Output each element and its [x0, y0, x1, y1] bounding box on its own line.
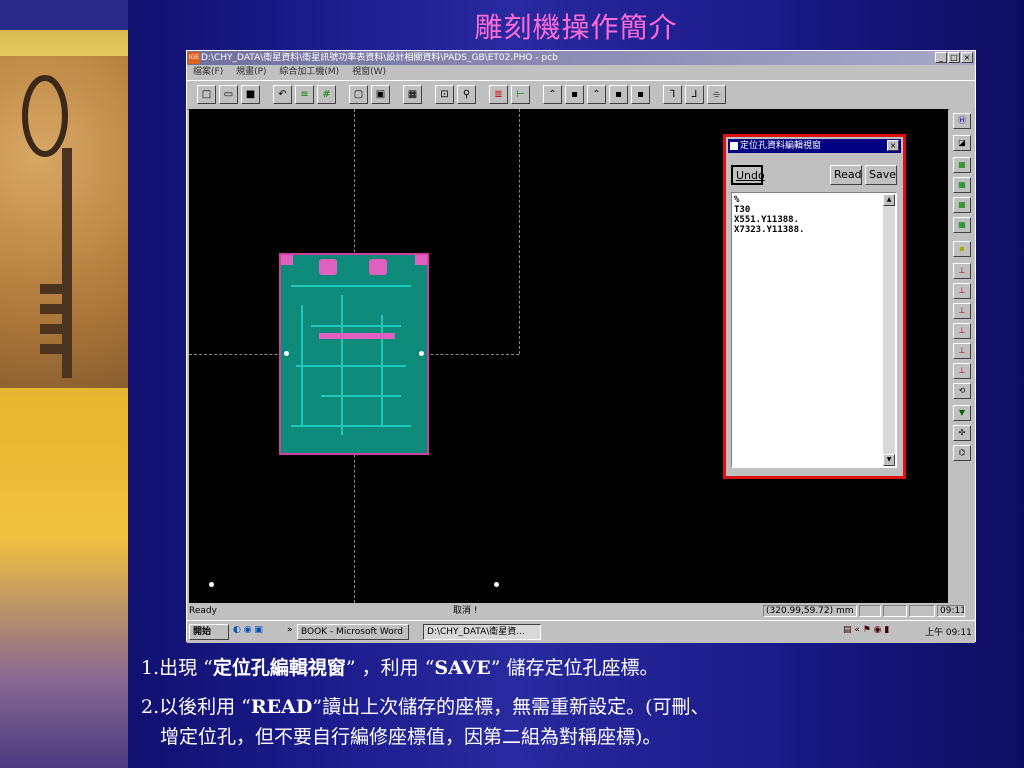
- right-toolbar: Ⓗ ◪ ▦ ▦ ▦ ▦ ▪ ⊥ ⊥ ⊥ ⊥ ⊥ ⊥ ⟲ ▼ ✣ ⌬: [950, 109, 974, 603]
- undo-button[interactable]: Undo: [731, 165, 765, 185]
- locating-hole-dot: [209, 582, 214, 587]
- textarea-scrollbar[interactable]: ▲ ▼: [883, 194, 895, 466]
- boundary-vertical: [519, 109, 520, 354]
- tray-icons[interactable]: ▤ « ⚑ ◉ ▮: [843, 625, 889, 635]
- task-word[interactable]: BOOK - Microsoft Word: [297, 624, 409, 640]
- maximize-button[interactable]: □: [948, 52, 960, 63]
- left-strip-top-band: [0, 0, 128, 30]
- window-title: D:\CHY_DATA\衛星資料\衛星訊號功率表資料\設計相關資料\PADS_G…: [201, 53, 558, 63]
- tool-icon-1[interactable]: ◪: [953, 135, 971, 151]
- close-button[interactable]: ×: [961, 52, 973, 63]
- left-decorative-strip: [0, 0, 128, 768]
- status-cell-blank: [883, 605, 907, 617]
- pcb-board: [279, 253, 429, 455]
- left-strip-yellow-band: [0, 30, 128, 56]
- task-pcb[interactable]: D:\CHY_DATA\衛星資...: [423, 624, 541, 640]
- tool-icon-5[interactable]: ⊥: [953, 323, 971, 339]
- scroll-up-icon[interactable]: ▲: [883, 194, 895, 206]
- caption-line-3: 增定位孔，但不要自行編修座標值，因第二組為對稱座標)。: [160, 726, 662, 748]
- board-icon[interactable]: ▣: [371, 85, 390, 104]
- tool-icon-7[interactable]: ⊥: [953, 363, 971, 379]
- layer-icon-2[interactable]: ▦: [953, 177, 971, 193]
- status-coordinates: (320.99,59.72) mm: [763, 605, 857, 617]
- tool-icon-2[interactable]: ⊥: [953, 263, 971, 279]
- taskbar: 開始 ◐ ◉ ▣ » BOOK - Microsoft Word D:\CHY_…: [187, 620, 975, 643]
- tool-icon-4[interactable]: ⊥: [953, 303, 971, 319]
- taskbar-more[interactable]: »: [287, 625, 293, 635]
- tool-icon-8[interactable]: ⟲: [953, 383, 971, 399]
- slide-title: 雕刻機操作簡介: [474, 11, 678, 44]
- zoom-icon[interactable]: ⚲: [457, 85, 476, 104]
- calculator-icon[interactable]: ▦: [403, 85, 422, 104]
- task-pcb-label: D:\CHY_DATA\衛星資...: [427, 627, 525, 637]
- tool-icon-3[interactable]: ⊥: [953, 283, 971, 299]
- dialog-close-button[interactable]: ×: [887, 140, 899, 151]
- statusbar: Ready 取消 ! (320.99,59.72) mm 09:11:: [187, 604, 975, 618]
- app-icon: IGE: [188, 52, 200, 64]
- menu-machine[interactable]: 綜合加工機(M): [279, 67, 339, 77]
- measure-icon[interactable]: ⊢: [511, 85, 530, 104]
- layer-color-icon[interactable]: ≣: [489, 85, 508, 104]
- key-image: [0, 56, 128, 388]
- frame-icon[interactable]: ▢: [349, 85, 368, 104]
- layers-icon[interactable]: ≡: [295, 85, 314, 104]
- scroll-down-icon[interactable]: ▼: [883, 454, 895, 466]
- fiducial-dot: [284, 351, 289, 356]
- start-button[interactable]: 開始: [189, 624, 229, 640]
- status-time: 09:11:: [937, 605, 965, 617]
- drill-icon-3[interactable]: ⌃: [587, 85, 606, 104]
- new-file-icon[interactable]: □: [197, 85, 216, 104]
- status-cell-blank: [859, 605, 881, 617]
- status-cell-blank: [909, 605, 935, 617]
- menu-file[interactable]: 檔案(F): [193, 67, 223, 77]
- task-word-label: BOOK - Microsoft Word: [301, 627, 404, 637]
- layer-icon-1[interactable]: ▦: [953, 157, 971, 173]
- caption-line-1: 1.出現 “定位孔編輯視窗” ，利用 “SAVE” 儲存定位孔座標。: [141, 657, 659, 679]
- tool-icon-9[interactable]: ▼: [953, 405, 971, 421]
- zoom-box-icon[interactable]: ⊡: [435, 85, 454, 104]
- chip-icon[interactable]: ▪: [953, 241, 971, 257]
- dialog-title: 定位孔資料編輯視窗: [740, 141, 822, 151]
- drill-icon-2[interactable]: ▪: [565, 85, 584, 104]
- grid-icon[interactable]: #: [317, 85, 336, 104]
- drill-icon-4[interactable]: ▪: [609, 85, 628, 104]
- save-button[interactable]: Save: [865, 165, 897, 185]
- layer-icon-3[interactable]: ▦: [953, 197, 971, 213]
- save-disk-icon[interactable]: ■: [241, 85, 260, 104]
- start-label: 開始: [193, 627, 212, 637]
- route-icon-3[interactable]: ⌯: [707, 85, 726, 104]
- locating-hole-editor-dialog: 定位孔資料編輯視窗 × Undo Read Save % T30 X551.Y1…: [723, 134, 906, 479]
- coordinate-text: % T30 X551.Y11388. X7323.Y11388.: [734, 195, 805, 235]
- coordinate-textarea[interactable]: % T30 X551.Y11388. X7323.Y11388. ▲ ▼: [731, 192, 897, 468]
- drill-icon-5[interactable]: ▪: [631, 85, 650, 104]
- route-icon-2[interactable]: ⅃: [685, 85, 704, 104]
- menubar: 檔案(F) 規畫(P) 綜合加工機(M) 視窗(W): [187, 65, 975, 79]
- fiducial-dot: [419, 351, 424, 356]
- menu-plan[interactable]: 規畫(P): [236, 67, 266, 77]
- layer-icon-4[interactable]: ▦: [953, 217, 971, 233]
- tool-icon-10[interactable]: ⌬: [953, 445, 971, 461]
- dialog-window-icon: [730, 142, 738, 150]
- status-ready: Ready: [189, 606, 217, 616]
- drill-icon-1[interactable]: ⌃: [543, 85, 562, 104]
- route-icon-1[interactable]: ⅂: [663, 85, 682, 104]
- quicklaunch-icons[interactable]: ◐ ◉ ▣: [233, 625, 263, 635]
- menu-window[interactable]: 視窗(W): [352, 67, 386, 77]
- caption-line-2: 2.以後利用 “READ”讀出上次儲存的座標，無需重新設定。(可刪、: [141, 696, 710, 718]
- open-folder-icon[interactable]: ▭: [219, 85, 238, 104]
- help-icon[interactable]: Ⓗ: [953, 113, 971, 129]
- move-icon[interactable]: ✣: [953, 425, 971, 441]
- window-titlebar[interactable]: IGE D:\CHY_DATA\衛星資料\衛星訊號功率表資料\設計相關資料\PA…: [187, 51, 975, 65]
- dialog-titlebar[interactable]: 定位孔資料編輯視窗 ×: [728, 139, 901, 153]
- toolbar: □ ▭ ■ ↶ ≡ # ▢ ▣ ▦ ⊡ ⚲ ≣ ⊢ ⌃ ▪ ⌃ ▪ ▪ ⅂ ⅃ …: [187, 80, 975, 110]
- undo-icon[interactable]: ↶: [273, 85, 292, 104]
- locating-hole-dot: [494, 582, 499, 587]
- minimize-button[interactable]: _: [935, 52, 947, 63]
- read-button[interactable]: Read: [830, 165, 862, 185]
- tray-clock: 上午 09:11: [925, 628, 972, 638]
- status-cancel: 取消 !: [453, 606, 478, 616]
- tool-icon-6[interactable]: ⊥: [953, 343, 971, 359]
- key-icon: [22, 75, 72, 378]
